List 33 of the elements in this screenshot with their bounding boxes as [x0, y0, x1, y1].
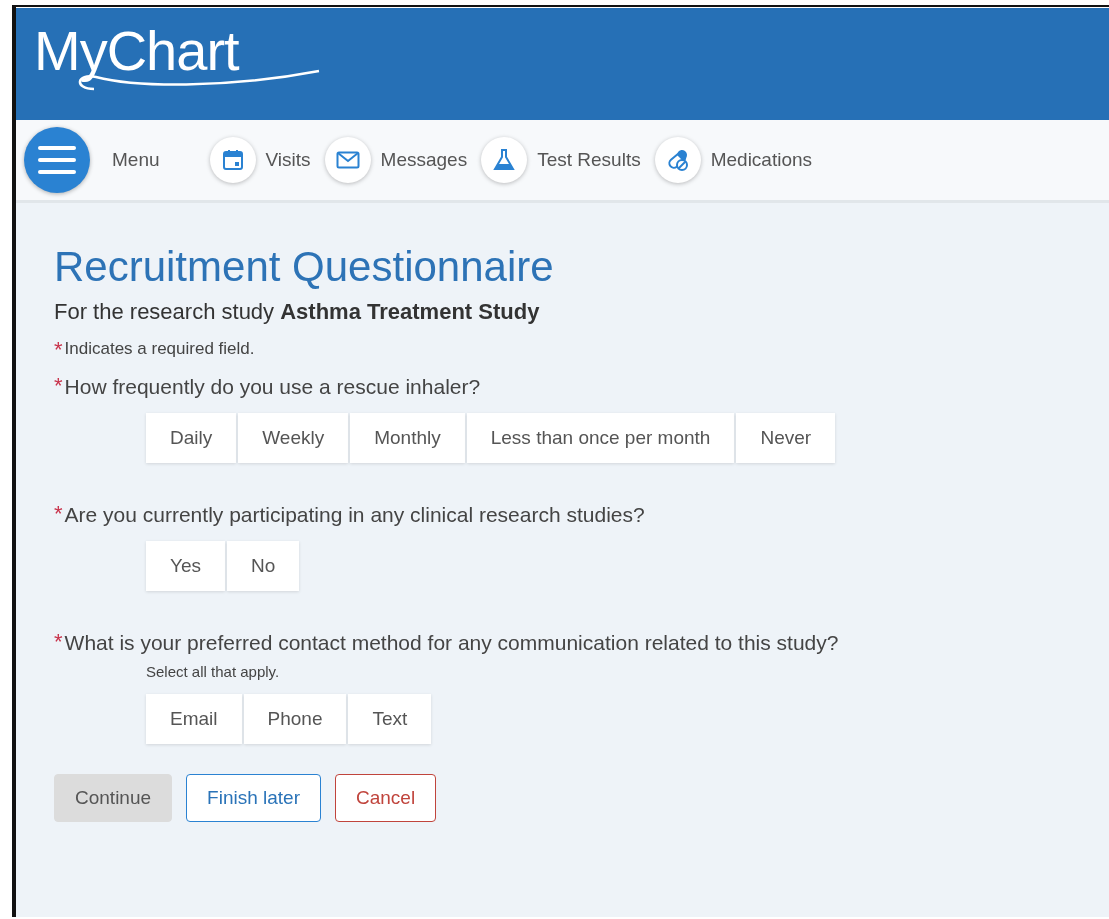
logo[interactable]: MyChart [34, 18, 324, 83]
envelope-icon [335, 151, 360, 169]
nav-item[interactable]: Medications [654, 137, 813, 183]
nav-item[interactable]: Test Results [481, 137, 641, 183]
answer-option[interactable]: Never [736, 413, 836, 463]
question-hint: Select all that apply. [146, 663, 281, 680]
menu-button[interactable]: Menu [24, 127, 160, 193]
required-asterisk: * [54, 631, 63, 653]
question-text: What is your preferred contact method for any communication related to this study? [64, 631, 839, 655]
answer-option[interactable]: Yes [146, 541, 225, 591]
menu-icon [38, 145, 76, 175]
required-note: Indicates a required field. [64, 339, 255, 359]
answer-option[interactable]: Phone [243, 694, 347, 744]
flask-icon [493, 148, 516, 172]
nav-item[interactable]: Messages [324, 137, 468, 183]
nav-item[interactable]: Visits [209, 137, 311, 183]
answer-option[interactable]: No [227, 541, 300, 591]
answer-option[interactable]: Less than once per month [466, 413, 735, 463]
cancel-button[interactable]: Cancel [335, 774, 437, 822]
answer-option[interactable]: Weekly [238, 413, 349, 463]
page-title: Recruitment Questionnaire [54, 243, 555, 291]
required-asterisk: * [54, 339, 63, 361]
answer-option[interactable]: Daily [146, 413, 237, 463]
study-subtitle: For the research study Asthma Treatment Study [54, 299, 541, 325]
finish-later-button[interactable]: Finish later [186, 774, 321, 822]
answer-option[interactable]: Monthly [350, 413, 465, 463]
answer-option[interactable]: Text [348, 694, 432, 744]
question-text: Are you currently participating in any clinical research studies? [64, 503, 645, 527]
required-asterisk: * [54, 375, 63, 397]
calendar-icon [221, 149, 244, 171]
required-asterisk: * [54, 503, 63, 525]
question-text: How frequently do you use a rescue inhaler? [64, 375, 481, 399]
answer-option[interactable]: Email [146, 694, 242, 744]
